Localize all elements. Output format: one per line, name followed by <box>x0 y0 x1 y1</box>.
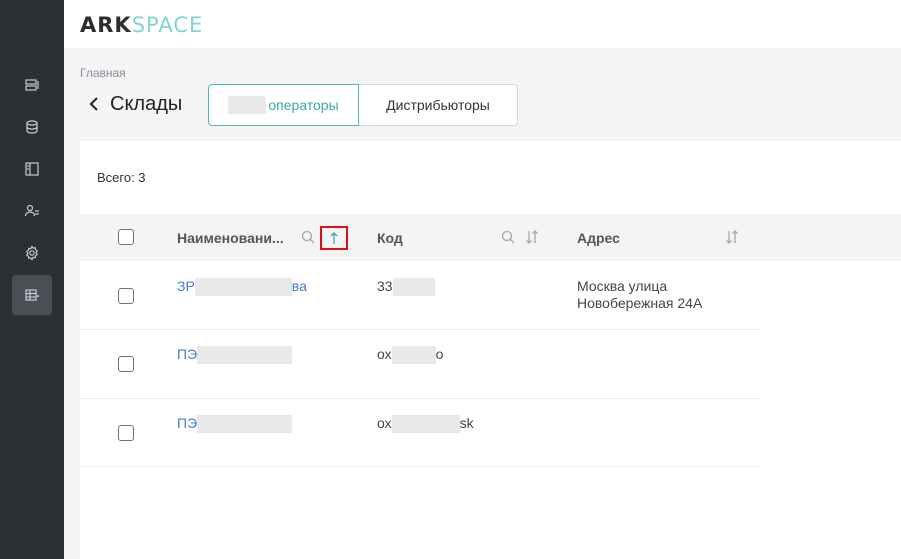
app-logo[interactable]: ARKSPACE <box>80 13 203 37</box>
name-text-end: ва <box>291 278 307 294</box>
row-checkbox[interactable] <box>118 425 134 441</box>
redacted-block <box>391 346 436 365</box>
arrow-up-icon <box>330 232 338 244</box>
chevron-left-icon <box>89 97 98 111</box>
sidebar-item-warehouses[interactable] <box>12 275 52 315</box>
name-search-button[interactable] <box>301 230 319 248</box>
sort-icon <box>726 230 738 244</box>
row-checkbox[interactable] <box>118 288 134 304</box>
code-sort-button[interactable] <box>525 230 543 248</box>
address-line: Москва улица <box>577 278 668 294</box>
code-text-start: ох <box>377 346 392 362</box>
code-search-button[interactable] <box>501 230 519 248</box>
sidebar-item-list[interactable] <box>12 65 52 105</box>
column-header-address[interactable]: Адрес <box>577 230 620 246</box>
table-row[interactable]: ЗР ва 33 Москва улица Новобережная 24А <box>80 261 760 330</box>
code-text-end: о <box>435 346 444 362</box>
row-code: ох sk <box>377 415 474 434</box>
tab-label: Дистрибьюторы <box>386 97 490 113</box>
table-header: Наименовани... Код Адрес <box>80 214 901 261</box>
address-sort-button[interactable] <box>725 230 743 248</box>
row-name-link[interactable]: ЗР ва <box>177 278 307 297</box>
search-icon <box>301 230 315 244</box>
breadcrumb[interactable]: Главная <box>80 66 126 80</box>
redacted-block <box>391 415 460 434</box>
logo-text-ark: ARK <box>80 13 132 37</box>
column-header-code[interactable]: Код <box>377 230 403 246</box>
table-row[interactable]: ПЭ ох sk <box>80 399 760 467</box>
row-name-link[interactable]: ПЭ <box>177 415 293 434</box>
logo-text-space: SPACE <box>131 13 204 37</box>
tab-label: операторы <box>268 97 339 113</box>
sidebar-item-panel[interactable] <box>12 149 52 189</box>
code-text-start: ох <box>377 415 392 431</box>
row-name-link[interactable]: ПЭ <box>177 346 293 365</box>
row-code: ох о <box>377 346 444 365</box>
sidebar-item-users[interactable] <box>12 191 52 231</box>
total-count: Всего: 3 <box>97 170 146 185</box>
name-sort-button[interactable] <box>320 226 348 250</box>
sort-icon <box>526 230 538 244</box>
gear-icon <box>26 245 38 261</box>
redacted-block <box>392 278 435 297</box>
code-text-start: 33 <box>377 278 393 294</box>
table-row[interactable]: ПЭ ох о <box>80 330 760 399</box>
name-text-start: ПЭ <box>177 346 198 362</box>
page-title: Склады <box>110 93 183 115</box>
search-icon <box>501 230 515 244</box>
tab-group: операторы Дистрибьюторы <box>208 84 518 126</box>
redacted-block <box>197 346 293 365</box>
code-text-end: sk <box>459 415 474 431</box>
content-card: Всего: 3 Наименовани... Код Адрес ЗР ва 3… <box>80 141 901 559</box>
sidebar-item-settings[interactable] <box>12 233 52 273</box>
name-text-start: ЗР <box>177 278 195 294</box>
name-text-start: ПЭ <box>177 415 198 431</box>
column-header-name[interactable]: Наименовани... <box>177 230 284 246</box>
table-icon <box>25 289 39 301</box>
users-icon <box>24 204 39 217</box>
select-all-checkbox[interactable] <box>118 229 134 245</box>
sidebar-item-database[interactable] <box>12 107 52 147</box>
redacted-block <box>228 96 267 114</box>
redacted-block <box>194 278 292 297</box>
list-icon <box>25 79 39 91</box>
tab-operators[interactable]: операторы <box>208 84 359 126</box>
top-bar: ARKSPACE <box>64 0 901 48</box>
row-address: Москва улица Новобережная 24А <box>577 278 702 312</box>
row-checkbox[interactable] <box>118 356 134 372</box>
tab-distributors[interactable]: Дистрибьюторы <box>359 84 518 126</box>
database-icon <box>26 120 38 134</box>
row-code: 33 <box>377 278 435 297</box>
redacted-block <box>197 415 293 434</box>
address-line: Новобережная 24А <box>577 295 703 311</box>
back-button[interactable] <box>86 94 102 114</box>
sidebar <box>0 0 64 559</box>
panel-icon <box>25 162 39 176</box>
